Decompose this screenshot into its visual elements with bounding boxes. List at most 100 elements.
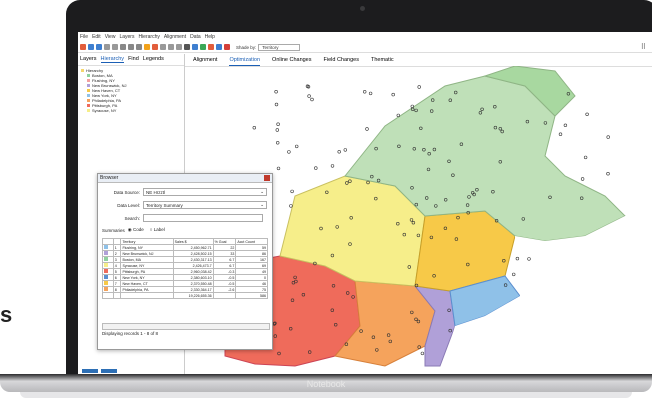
account-marker[interactable] bbox=[287, 150, 291, 154]
shade-by-select[interactable]: Territory bbox=[258, 43, 301, 51]
apps-grid-icon[interactable]: ⠿ bbox=[641, 43, 646, 51]
account-marker[interactable] bbox=[417, 85, 421, 89]
account-marker[interactable] bbox=[252, 125, 257, 130]
label-radio[interactable]: ○ Label bbox=[150, 227, 165, 233]
menu-item[interactable]: Data bbox=[190, 34, 201, 40]
summaries-label: Summaries bbox=[102, 227, 125, 233]
chevron-down-icon: ⌄ bbox=[260, 189, 264, 194]
left-tab[interactable]: Hierarchy bbox=[100, 56, 125, 63]
account-marker[interactable] bbox=[391, 92, 395, 97]
account-marker[interactable] bbox=[310, 97, 314, 102]
save-icon[interactable] bbox=[96, 44, 102, 50]
label-radio-label: Label bbox=[153, 227, 165, 232]
tree-node[interactable]: Syracuse, NY bbox=[81, 108, 181, 113]
map-tab[interactable]: Field Changes bbox=[324, 57, 359, 66]
code-radio-label: Code bbox=[132, 227, 144, 232]
account-marker[interactable] bbox=[583, 155, 588, 160]
pencil-icon[interactable] bbox=[144, 44, 150, 50]
left-tab[interactable]: Find bbox=[128, 56, 139, 63]
open-icon[interactable] bbox=[88, 44, 94, 50]
account-marker[interactable] bbox=[275, 128, 280, 132]
account-marker[interactable] bbox=[585, 112, 589, 116]
account-marker[interactable] bbox=[274, 90, 278, 94]
new-icon[interactable] bbox=[80, 44, 86, 50]
circle-icon[interactable] bbox=[168, 44, 174, 50]
total-count: 586 bbox=[235, 292, 268, 299]
menu-bar: File Edit View Layers Hierarchy Alignment Data… bbox=[78, 32, 652, 41]
menu-item[interactable]: Edit bbox=[92, 34, 101, 40]
horizontal-scrollbar[interactable] bbox=[102, 323, 270, 330]
line-icon[interactable] bbox=[176, 44, 182, 50]
account-marker[interactable] bbox=[606, 171, 610, 176]
cut-icon[interactable] bbox=[104, 44, 110, 50]
account-marker[interactable] bbox=[420, 351, 425, 356]
zoom-in-icon[interactable] bbox=[120, 44, 126, 50]
menu-item[interactable]: Layers bbox=[119, 34, 134, 40]
account-marker[interactable] bbox=[396, 113, 401, 118]
territory-swatch bbox=[87, 99, 90, 102]
shade-by-label: Shade by: bbox=[236, 44, 257, 50]
account-marker[interactable] bbox=[275, 141, 280, 145]
left-tab[interactable]: Layers bbox=[80, 56, 97, 63]
account-marker[interactable] bbox=[365, 127, 369, 131]
account-marker[interactable] bbox=[290, 189, 294, 194]
search-input[interactable] bbox=[143, 214, 263, 222]
map-tab[interactable]: Optimization bbox=[229, 57, 261, 66]
laptop-base-shadow bbox=[20, 392, 632, 398]
menu-item[interactable]: View bbox=[105, 34, 116, 40]
data-source-select[interactable]: NE Hrzztl ⌄ bbox=[143, 188, 267, 196]
code-radio[interactable]: ◉ Code bbox=[128, 227, 144, 233]
zoom-out-icon[interactable] bbox=[128, 44, 134, 50]
taskbar-item[interactable] bbox=[82, 369, 98, 373]
table-icon[interactable] bbox=[216, 44, 222, 50]
search-label: Search: bbox=[124, 215, 140, 221]
menu-item[interactable]: Alignment bbox=[164, 34, 186, 40]
account-marker[interactable] bbox=[307, 94, 311, 98]
map-tab[interactable]: Thematic bbox=[371, 57, 394, 66]
taskbar-item[interactable] bbox=[101, 369, 117, 373]
account-marker[interactable] bbox=[294, 144, 299, 149]
chart-icon[interactable] bbox=[200, 44, 206, 50]
account-marker[interactable] bbox=[363, 90, 367, 94]
copy-icon[interactable] bbox=[112, 44, 118, 50]
data-level-label: Data Level: bbox=[117, 202, 140, 208]
account-marker[interactable] bbox=[276, 166, 281, 171]
map-tab[interactable]: Alignment bbox=[193, 57, 217, 66]
menu-item[interactable]: File bbox=[80, 34, 88, 40]
account-marker[interactable] bbox=[330, 164, 335, 168]
account-marker[interactable] bbox=[343, 148, 348, 152]
account-marker[interactable] bbox=[558, 132, 563, 136]
palette-icon[interactable] bbox=[224, 44, 230, 50]
total-row: 19,226,655.36 586 bbox=[102, 292, 268, 299]
data-source-label: Data Source: bbox=[113, 189, 140, 195]
account-marker[interactable] bbox=[563, 123, 568, 127]
account-marker[interactable] bbox=[289, 204, 293, 208]
account-marker[interactable] bbox=[274, 102, 279, 107]
menu-item[interactable]: Hierarchy bbox=[138, 34, 159, 40]
territory-swatch bbox=[87, 94, 90, 97]
menu-item[interactable]: Help bbox=[205, 34, 215, 40]
account-marker[interactable] bbox=[512, 272, 516, 277]
taskbar bbox=[82, 369, 117, 373]
grid-icon[interactable] bbox=[192, 44, 198, 50]
account-marker[interactable] bbox=[606, 135, 610, 139]
account-marker[interactable] bbox=[314, 166, 318, 170]
left-tab[interactable]: Legends bbox=[143, 56, 164, 63]
rectangle-icon[interactable] bbox=[160, 44, 166, 50]
pin-icon[interactable] bbox=[152, 44, 158, 50]
territory-swatch bbox=[87, 84, 90, 87]
pan-icon[interactable] bbox=[136, 44, 142, 50]
close-icon[interactable] bbox=[264, 175, 270, 181]
account-marker[interactable] bbox=[580, 177, 585, 181]
data-level-select[interactable]: Territory Summary ⌄ bbox=[143, 201, 267, 209]
report-icon[interactable] bbox=[208, 44, 214, 50]
text-icon[interactable] bbox=[184, 44, 190, 50]
territory-table: Territory Sales $% Goal Acct Count 1 Flushin… bbox=[102, 238, 268, 299]
browser-titlebar: Browser bbox=[98, 174, 272, 183]
map-tab[interactable]: Online Changes bbox=[272, 57, 311, 66]
account-marker[interactable] bbox=[337, 150, 341, 154]
tree-node-label: Syracuse, NY bbox=[92, 108, 117, 113]
browser-dialog: Browser Data Source: NE Hrzztl ⌄ Data Lev… bbox=[97, 173, 273, 350]
account-marker[interactable] bbox=[276, 122, 280, 126]
account-marker[interactable] bbox=[368, 91, 373, 96]
